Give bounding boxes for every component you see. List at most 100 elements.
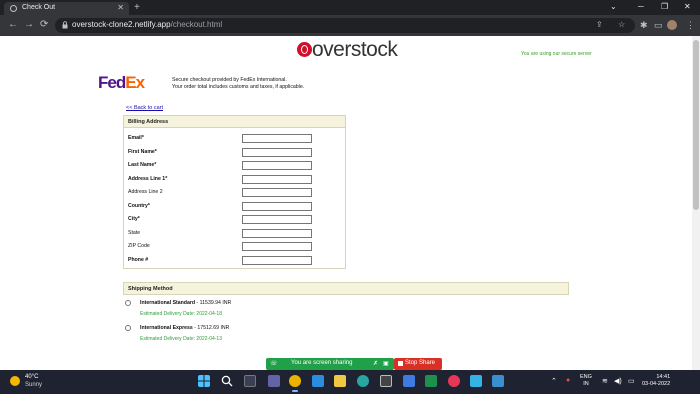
express-label: International Express - 17512.69 INR — [140, 325, 229, 331]
url-text: overstock-clone2.netlify.app/checkout.ht… — [72, 20, 222, 29]
battery-icon[interactable]: ▭ — [628, 377, 635, 385]
shipping-option-standard[interactable]: International Standard - 11539.94 INR Es… — [125, 300, 425, 322]
tab-check-out[interactable]: Check Out ✕ — [4, 2, 129, 15]
globe-icon — [10, 5, 17, 12]
fedex-notice-line2: Your order total includes customs and ta… — [172, 83, 305, 90]
page-scrollbar[interactable] — [692, 36, 700, 370]
express-radio[interactable] — [125, 325, 131, 331]
app-blue-icon[interactable] — [470, 375, 482, 387]
reading-list-icon[interactable]: ▭ — [654, 20, 663, 31]
mic-muted-icon[interactable]: ✗ — [373, 360, 378, 367]
fedex-logo: FedEx — [98, 73, 145, 93]
slack-icon[interactable] — [448, 375, 460, 387]
bookmark-star-icon[interactable]: ☆ — [618, 20, 625, 29]
wifi-icon[interactable]: ≋ — [602, 377, 608, 385]
profile-avatar[interactable] — [667, 20, 677, 30]
menu-icon[interactable]: ⋮ — [686, 20, 695, 31]
new-tab-button[interactable]: + — [134, 2, 140, 13]
billing-address-header: Billing Address — [123, 115, 346, 128]
windows-taskbar: 40°C Sunny ⌃ ● ENG IN ≋ ◀) ▭ 14:41 03-04… — [0, 370, 700, 394]
zip-code-label: ZIP Code — [128, 243, 150, 249]
country-field[interactable] — [242, 202, 312, 211]
secure-server-note: You are using our secure server — [521, 51, 592, 57]
language-region: IN — [583, 381, 589, 387]
file-explorer-icon[interactable] — [334, 375, 346, 387]
country-row: Country* — [128, 202, 313, 212]
stop-icon — [398, 361, 403, 366]
back-button[interactable]: ← — [8, 19, 18, 30]
standard-name: International Standard — [140, 300, 196, 306]
chrome-icon[interactable] — [289, 375, 301, 392]
task-view-icon[interactable] — [244, 375, 256, 387]
last-name-field[interactable] — [242, 161, 312, 170]
edge-icon[interactable] — [357, 375, 369, 387]
close-tab-icon[interactable]: ✕ — [117, 3, 124, 12]
back-to-cart-link[interactable]: << Back to cart — [126, 105, 163, 111]
express-price: - 17512.69 INR — [192, 325, 230, 331]
store-icon[interactable] — [380, 375, 392, 387]
email-row: Email* — [128, 134, 313, 144]
close-window-button[interactable]: ✕ — [684, 2, 691, 11]
system-clock[interactable]: 14:41 03-04-2022 — [642, 374, 670, 388]
minimize-button[interactable]: ─ — [638, 2, 644, 11]
windows-start-icon[interactable] — [198, 375, 210, 387]
phone-label: Phone # — [128, 257, 149, 263]
tab-title: Check Out — [22, 4, 56, 11]
express-eta: Estimated Delivery Date: 2022-04-13 — [140, 336, 222, 342]
phone-icon: ☏ — [270, 361, 278, 367]
standard-eta: Estimated Delivery Date: 2022-04-18 — [140, 311, 222, 317]
standard-label: International Standard - 11539.94 INR — [140, 300, 231, 306]
browser-toolbar: ← → ⟳ overstock-clone2.netlify.app/check… — [0, 15, 700, 36]
stop-share-button[interactable]: Stop Share — [394, 358, 442, 370]
last-name-row: Last Name* — [128, 161, 313, 171]
phone-row: Phone # — [128, 256, 313, 266]
language-code: ENG — [580, 374, 592, 380]
language-indicator[interactable]: ENG IN — [580, 374, 592, 388]
email-field[interactable] — [242, 134, 312, 143]
chevron-down-icon[interactable]: ⌄ — [610, 2, 617, 11]
fedex-notice-line1: Secure checkout provided by FedEx Intern… — [172, 77, 287, 83]
sun-icon[interactable] — [10, 376, 20, 386]
express-name: International Express — [140, 325, 193, 331]
phone-field[interactable] — [242, 256, 312, 265]
address-line-1-field[interactable] — [242, 175, 312, 184]
settings-icon[interactable] — [403, 375, 415, 387]
search-icon[interactable] — [221, 375, 233, 387]
screen-icon[interactable]: ▣ — [383, 360, 389, 367]
vscode-icon[interactable] — [312, 375, 324, 387]
reload-button[interactable]: ⟳ — [40, 19, 48, 30]
address-line-2-label: Address Line 2 — [128, 189, 163, 195]
share-icon[interactable]: ⇪ — [596, 20, 603, 29]
mic-muted-icon[interactable]: ● — [566, 377, 570, 384]
lock-icon — [62, 21, 68, 29]
forward-button[interactable]: → — [24, 19, 34, 30]
maximize-button[interactable]: ❐ — [661, 2, 668, 11]
chevron-up-icon[interactable]: ⌃ — [551, 377, 557, 385]
first-name-label: First Name* — [128, 149, 157, 155]
weather-condition[interactable]: Sunny — [25, 382, 42, 388]
teams-icon[interactable] — [268, 375, 280, 387]
notepad-icon[interactable] — [492, 375, 504, 387]
extensions-icon[interactable]: ✱ — [640, 20, 648, 31]
volume-icon[interactable]: ◀) — [614, 377, 622, 385]
city-field[interactable] — [242, 215, 312, 224]
screen-share-indicator: ☏ You are screen sharing ✗ ▣ — [266, 358, 394, 370]
standard-radio[interactable] — [125, 300, 131, 306]
address-line-2-field[interactable] — [242, 188, 312, 197]
city-row: City* — [128, 215, 313, 225]
app-green-icon[interactable] — [425, 375, 437, 387]
shipping-option-express[interactable]: International Express - 17512.69 INR Est… — [125, 325, 425, 347]
city-label: City* — [128, 216, 140, 222]
standard-price: - 11539.94 INR — [195, 300, 232, 306]
scrollbar-thumb[interactable] — [693, 40, 699, 210]
first-name-field[interactable] — [242, 148, 312, 157]
address-bar[interactable]: overstock-clone2.netlify.app/checkout.ht… — [55, 18, 635, 33]
logo-text: overstock — [312, 38, 398, 61]
weather-temperature[interactable]: 40°C — [25, 374, 38, 380]
address-line-1-row: Address Line 1* — [128, 175, 313, 185]
zip-code-field[interactable] — [242, 242, 312, 251]
state-field[interactable] — [242, 229, 312, 238]
zip-code-row: ZIP Code — [128, 242, 313, 252]
first-name-row: First Name* — [128, 148, 313, 158]
address-line-1-label: Address Line 1* — [128, 176, 168, 182]
